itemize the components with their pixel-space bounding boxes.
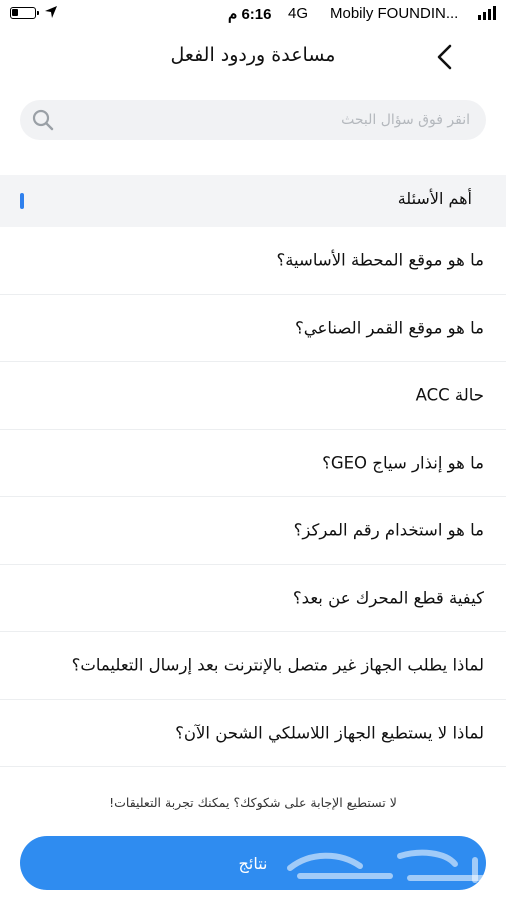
faq-item[interactable]: حالة ACC — [0, 362, 506, 430]
faq-item[interactable]: ما هو إنذار سياج GEO؟ — [0, 430, 506, 497]
location-arrow-icon — [45, 6, 57, 18]
status-network: 4G — [288, 5, 309, 22]
battery-icon — [10, 7, 39, 19]
faq-item[interactable]: لماذا لا يستطيع الجهاز اللاسلكي الشحن ال… — [0, 700, 506, 767]
search-icon[interactable] — [32, 109, 54, 131]
signal-icon — [478, 6, 496, 20]
status-time: 6:16 م — [228, 6, 272, 23]
search-bar[interactable] — [20, 100, 486, 140]
section-indicator — [20, 193, 24, 209]
faq-list: ما هو موقع المحطة الأساسية؟ ما هو موقع ا… — [0, 227, 506, 767]
faq-item-label: ما هو إنذار سياج GEO؟ — [322, 453, 484, 473]
faq-item-label: ما هو موقع المحطة الأساسية؟ — [276, 250, 484, 270]
faq-item-label: ما هو استخدام رقم المركز؟ — [293, 520, 484, 540]
faq-item-label: لماذا لا يستطيع الجهاز اللاسلكي الشحن ال… — [175, 723, 484, 743]
faq-item[interactable]: كيفية قطع المحرك عن بعد؟ — [0, 565, 506, 632]
faq-item-label: كيفية قطع المحرك عن بعد؟ — [292, 588, 484, 608]
status-bar: 6:16 م 4G Mobily FOUNDIN... — [0, 0, 506, 30]
section-header: أهم الأسئلة — [0, 175, 506, 227]
faq-item-label: حالة ACC — [415, 385, 484, 405]
faq-item[interactable]: ما هو استخدام رقم المركز؟ — [0, 497, 506, 565]
faq-item-label: ما هو موقع القمر الصناعي؟ — [295, 318, 484, 338]
section-title: أهم الأسئلة — [397, 189, 472, 208]
page-title: مساعدة وردود الفعل — [170, 44, 336, 66]
results-button[interactable]: نتائج — [20, 836, 486, 890]
footer-note: لا تستطيع الإجابة على شكوكك؟ يمكنك تجربة… — [109, 795, 397, 810]
faq-item[interactable]: ما هو موقع القمر الصناعي؟ — [0, 295, 506, 362]
status-carrier: Mobily FOUNDIN... — [330, 5, 459, 22]
header: مساعدة وردود الفعل — [0, 30, 506, 86]
faq-item[interactable]: ما هو موقع المحطة الأساسية؟ — [0, 227, 506, 295]
faq-item-label: لماذا يطلب الجهاز غير متصل بالإنترنت بعد… — [71, 655, 484, 675]
faq-item[interactable]: لماذا يطلب الجهاز غير متصل بالإنترنت بعد… — [0, 632, 506, 700]
search-input[interactable] — [64, 100, 486, 140]
